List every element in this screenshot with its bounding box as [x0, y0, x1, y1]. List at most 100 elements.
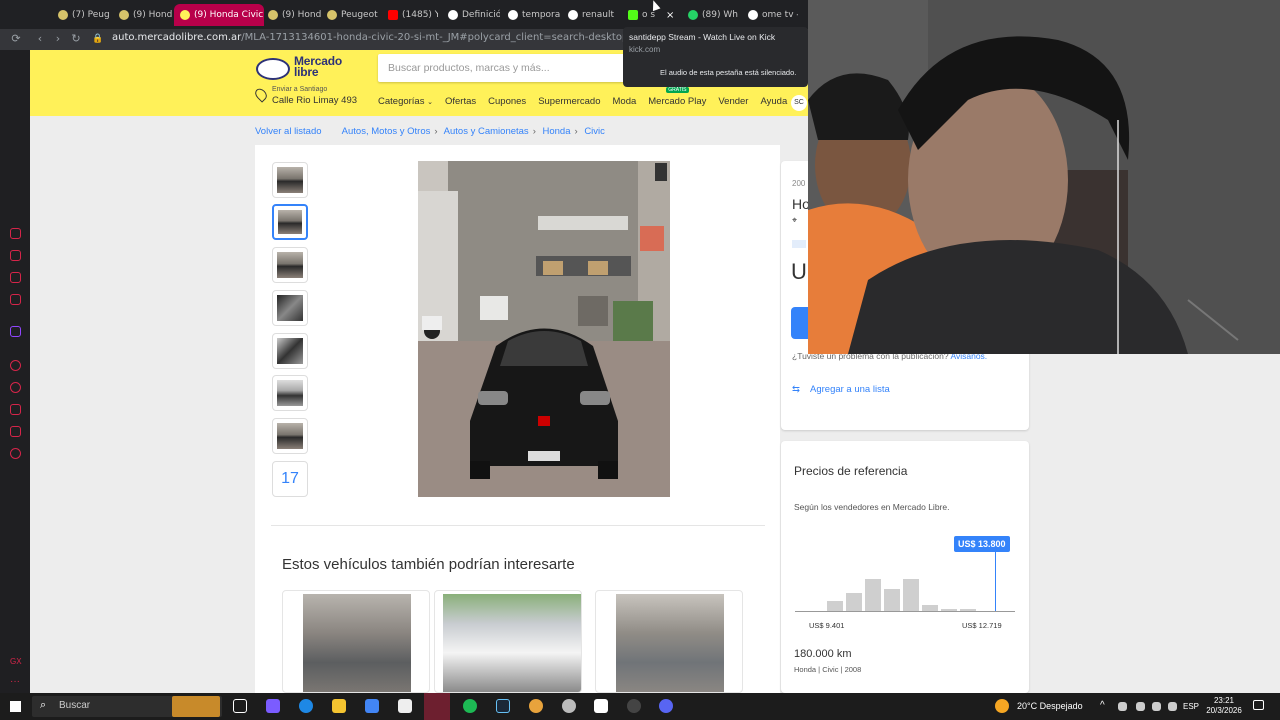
opera-gx-taskbar-icon[interactable] — [424, 693, 450, 720]
tray-app-icon[interactable] — [1136, 702, 1145, 711]
sidebar-messenger-icon[interactable] — [10, 294, 21, 305]
related-card[interactable] — [595, 590, 743, 693]
tab[interactable]: ome tv - — [748, 6, 798, 24]
sidebar-settings-icon[interactable] — [10, 448, 21, 459]
file-explorer-icon[interactable] — [332, 699, 346, 713]
breadcrumb-item[interactable]: Autos, Motos y Otros — [342, 126, 431, 137]
mail-icon[interactable] — [398, 699, 412, 713]
tab[interactable]: (7) Peug — [58, 6, 110, 24]
histogram-bar — [846, 593, 862, 611]
gallery-thumbnail[interactable] — [272, 290, 308, 326]
nav-mercado-play[interactable]: GRATIS Mercado Play — [648, 87, 706, 107]
search-input[interactable]: Buscar productos, marcas y más... — [378, 54, 628, 82]
tab[interactable]: Definició — [448, 6, 500, 24]
back-icon[interactable]: ‹ — [33, 32, 47, 46]
twitch-icon[interactable] — [10, 326, 21, 337]
chrome-icon[interactable] — [529, 699, 543, 713]
tab-label: (9) Hond — [133, 10, 173, 20]
tab[interactable]: (9) Hond — [119, 6, 172, 24]
sidebar-download-icon[interactable] — [10, 404, 21, 415]
whatsapp-icon — [688, 10, 698, 20]
thumbnail-image — [278, 210, 302, 234]
histogram-max-label: US$ 12.719 — [962, 621, 1002, 630]
tooltip-title: santidepp Stream - Watch Live on Kick — [629, 32, 776, 42]
tray-volume-icon[interactable] — [1168, 702, 1177, 711]
windows-start-icon[interactable] — [10, 701, 21, 712]
sidebar-aria-icon[interactable] — [10, 228, 21, 239]
sidebar-history-icon[interactable] — [10, 360, 21, 371]
language-indicator[interactable]: ESP — [1183, 702, 1199, 711]
histogram-bar — [865, 579, 881, 611]
sidebar-bookmark-icon[interactable] — [10, 250, 21, 261]
gallery-thumbnail-selected[interactable] — [272, 204, 308, 240]
breadcrumb: Volver al listado Autos, Motos y Otros › … — [255, 126, 605, 137]
task-view-icon[interactable] — [233, 699, 247, 713]
tab-active[interactable]: (9) Honda Civic — [174, 4, 264, 26]
tab[interactable]: (9) Hond — [268, 6, 321, 24]
spotify-icon[interactable] — [463, 699, 477, 713]
weather-text[interactable]: 20°C Despejado — [1017, 701, 1083, 711]
back-to-list-link[interactable]: Volver al listado — [255, 126, 322, 137]
gallery-more-button[interactable]: 17 — [272, 461, 308, 497]
related-card[interactable] — [434, 590, 582, 693]
nav-ofertas[interactable]: Ofertas — [445, 96, 476, 107]
related-title: Estos vehículos también podrían interesa… — [282, 556, 575, 573]
tray-chevron-up-icon[interactable]: ^ — [1100, 700, 1105, 711]
webcam-overlay — [808, 0, 1280, 354]
nav-categorias[interactable]: Categorías ⌄ — [378, 96, 433, 107]
tab[interactable]: (89) Wha — [688, 6, 738, 24]
notifications-icon[interactable] — [1253, 700, 1264, 710]
nav-moda[interactable]: Moda — [613, 96, 637, 107]
store-icon[interactable] — [365, 699, 379, 713]
forward-icon[interactable]: › — [51, 32, 65, 46]
steam-icon[interactable] — [496, 699, 510, 713]
gallery-thumbnail[interactable] — [272, 247, 308, 283]
sidebar-gx-icon[interactable]: GX — [10, 656, 22, 667]
obs-icon[interactable] — [627, 699, 641, 713]
copilot-icon[interactable] — [266, 699, 280, 713]
youtube-icon — [388, 10, 398, 20]
kick-icon — [628, 10, 638, 20]
tray-app-icon[interactable] — [1152, 702, 1161, 711]
sidebar-more-icon[interactable]: ··· — [10, 676, 21, 687]
reload-icon[interactable]: ⟳ — [9, 32, 23, 46]
contact-button[interactable] — [791, 307, 809, 339]
main-car-photo[interactable] — [418, 161, 670, 497]
settings-icon[interactable] — [562, 699, 576, 713]
thumbnail-image — [277, 295, 303, 321]
gallery-thumbnail[interactable] — [272, 333, 308, 369]
photos-icon[interactable] — [594, 699, 608, 713]
refresh-icon[interactable]: ↻ — [69, 32, 83, 46]
gallery-thumbnail[interactable] — [272, 375, 308, 411]
mercadolibre-logo[interactable]: Mercado libre — [256, 55, 346, 84]
tab[interactable]: Peugeot — [327, 6, 378, 24]
taskbar-search[interactable]: ⌕ Buscar — [32, 696, 222, 717]
breadcrumb-item[interactable]: Civic — [584, 126, 605, 137]
sidebar-extensions-icon[interactable] — [10, 426, 21, 437]
nav-vender[interactable]: Vender — [718, 96, 748, 107]
nav-cupones[interactable]: Cupones — [488, 96, 526, 107]
tab[interactable]: renault — [568, 6, 616, 24]
gallery-thumbnail[interactable] — [272, 162, 308, 198]
tab-favicon-icon — [58, 10, 68, 20]
tab[interactable]: (1485) Y — [388, 6, 438, 24]
add-to-list-button[interactable]: ⇆ Agregar a una lista — [792, 384, 890, 395]
nav-ayuda[interactable]: Ayuda — [760, 96, 787, 107]
tab-close-icon[interactable]: × — [666, 6, 674, 24]
avatar[interactable]: SC — [791, 95, 807, 111]
gallery-thumbnail[interactable] — [272, 418, 308, 454]
discord-icon[interactable] — [659, 699, 673, 713]
tray-app-icon[interactable] — [1118, 702, 1127, 711]
sidebar-player-icon[interactable] — [10, 272, 21, 283]
tab[interactable]: tempora — [508, 6, 560, 24]
sidebar-clock-icon[interactable] — [10, 382, 21, 393]
lock-icon[interactable]: 🔒 — [91, 32, 105, 46]
breadcrumb-item[interactable]: Autos y Camionetas — [444, 126, 529, 137]
edge-icon[interactable] — [299, 699, 313, 713]
breadcrumb-item[interactable]: Honda — [543, 126, 571, 137]
nav-supermercado[interactable]: Supermercado — [538, 96, 600, 107]
related-card[interactable] — [282, 590, 430, 693]
histogram-axis — [795, 611, 1015, 612]
tooltip-muted-text: El audio de esta pestaña está silenciado… — [660, 68, 797, 77]
clock[interactable]: 23:21 20/3/2026 — [1205, 696, 1243, 716]
